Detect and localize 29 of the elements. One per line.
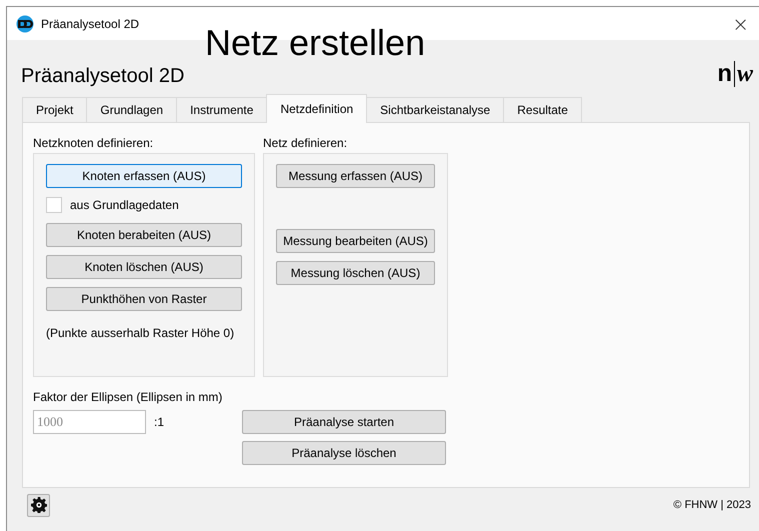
push-button[interactable]: Knoten löschen (AUS): [46, 255, 242, 279]
checkbox-label: aus Grundlagedaten: [70, 198, 179, 212]
push-button[interactable]: Präanalyse starten: [242, 410, 446, 434]
ratio-suffix: :1: [154, 414, 166, 431]
push-button[interactable]: Messung erfassen (AUS): [276, 164, 435, 188]
push-button[interactable]: Messung löschen (AUS): [276, 261, 435, 285]
note-text: (Punkte ausserhalb Raster Höhe 0): [46, 326, 236, 340]
capture-nodes-button[interactable]: Knoten erfassen (AUS): [46, 164, 242, 188]
group-label: Netzknoten definieren:: [33, 135, 154, 152]
copyright-text: © FHNW | 2023: [673, 499, 751, 511]
ellipse-factor-field[interactable]: 1000: [33, 410, 146, 434]
settings-button[interactable]: [27, 494, 50, 516]
app-title: Präanalysetool 2D: [21, 65, 184, 89]
gear-icon: [30, 497, 46, 513]
checkbox[interactable]: [46, 197, 62, 213]
logo: n w: [717, 60, 753, 89]
push-button[interactable]: Knoten berabeiten (AUS): [46, 223, 242, 247]
tab[interactable]: Projekt: [22, 97, 88, 122]
push-button[interactable]: Präanalyse löschen: [242, 441, 446, 465]
app-icon: [15, 14, 35, 32]
tab[interactable]: Netzdefinition: [266, 94, 368, 123]
tab[interactable]: Resultate: [503, 97, 582, 122]
window-title: Präanalysetool 2D: [41, 16, 140, 30]
overlay-heading: Netz erstellen: [205, 22, 426, 63]
close-button[interactable]: ×: [728, 12, 753, 36]
push-button[interactable]: Punkthöhen von Raster: [46, 287, 242, 311]
push-button[interactable]: Messung bearbeiten (AUS): [276, 229, 435, 253]
field-label: Faktor der Ellipsen (Ellipsen in mm): [33, 390, 224, 406]
group-label: Netz definieren:: [263, 135, 348, 152]
